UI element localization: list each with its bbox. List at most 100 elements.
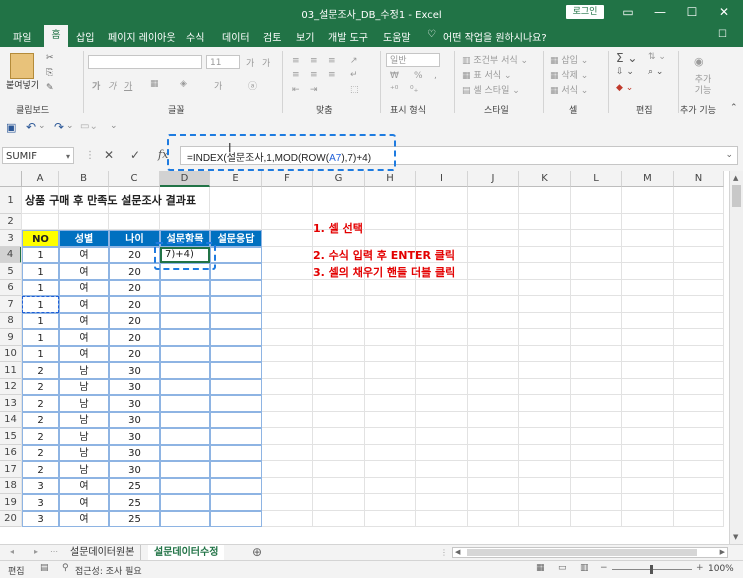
cut-icon[interactable]: ✂ (46, 53, 54, 63)
insert-cells-button[interactable]: ▦ 삽입 ⌄ (550, 53, 588, 66)
bold-icon[interactable]: 가 (92, 79, 100, 92)
align-left-icon[interactable]: ≡ (292, 70, 300, 80)
scroll-down-icon[interactable]: ▼ (733, 533, 738, 541)
cell-survey-answer[interactable] (210, 362, 262, 379)
row-header-19[interactable]: 19 (0, 494, 22, 511)
header-no[interactable]: NO (22, 230, 59, 247)
cell-gender[interactable]: 남 (59, 379, 109, 395)
cell-survey-item[interactable] (160, 511, 210, 527)
column-header-e[interactable]: E (210, 171, 262, 187)
delete-cells-button[interactable]: ▦ 삭제 ⌄ (550, 68, 588, 81)
cell-no[interactable]: 2 (22, 395, 59, 412)
maximize-icon[interactable]: ☐ (680, 3, 704, 21)
tab-developer[interactable]: 개발 도구 (328, 29, 368, 44)
cell-no[interactable]: 3 (22, 478, 59, 494)
cell-survey-item[interactable] (160, 478, 210, 494)
cell-age[interactable]: 30 (109, 395, 160, 412)
cell-gender[interactable]: 여 (59, 247, 109, 263)
cell-gender[interactable]: 남 (59, 428, 109, 445)
worksheet-grid[interactable]: ABCDEFGHIJKLMN 1 2 3 4 5 6 7 8 9 10 11 12 13 14 15 16 17… (0, 171, 743, 544)
font-name-select[interactable] (88, 55, 202, 69)
cell-age[interactable]: 30 (109, 445, 160, 461)
number-format-select[interactable]: 일반 (386, 53, 440, 67)
column-header-b[interactable]: B (59, 171, 109, 187)
macro-record-icon[interactable]: ▤ (40, 563, 49, 573)
cell-survey-answer[interactable] (210, 346, 262, 362)
row-header-7[interactable]: 7 (0, 296, 22, 313)
accessibility-status[interactable]: 접근성: 조사 필요 (75, 564, 142, 577)
scroll-up-icon[interactable]: ▲ (733, 174, 738, 182)
row-header-4[interactable]: 4 (0, 247, 22, 263)
cell-survey-answer[interactable] (210, 296, 262, 313)
tab-help[interactable]: 도움말 (383, 29, 411, 44)
cell-gender[interactable]: 남 (59, 445, 109, 461)
cell-age[interactable]: 20 (109, 296, 160, 313)
cell-gender[interactable]: 여 (59, 478, 109, 494)
cell-gender[interactable]: 남 (59, 362, 109, 379)
column-header-i[interactable]: I (416, 171, 468, 187)
cell-gender[interactable]: 여 (59, 511, 109, 527)
tab-home[interactable]: 홈 (44, 25, 68, 47)
sort-filter-icon[interactable]: ⇅ ⌄ (648, 52, 666, 62)
cell-no[interactable]: 1 (22, 346, 59, 362)
row-header-3[interactable]: 3 (0, 230, 22, 247)
cell-a7-reference-highlight[interactable] (22, 296, 59, 313)
cell-age[interactable]: 20 (109, 313, 160, 329)
cell-survey-item[interactable] (160, 412, 210, 428)
column-header-a[interactable]: A (22, 171, 59, 187)
expand-formula-icon[interactable]: ⌄ (725, 150, 733, 160)
cell-survey-item[interactable] (160, 362, 210, 379)
page-layout-view-icon[interactable]: ▭ (558, 563, 567, 573)
comments-icon[interactable]: ☐ (718, 29, 727, 40)
italic-icon[interactable]: 가 (108, 79, 116, 92)
page-break-view-icon[interactable]: ▥ (580, 563, 589, 573)
merge-center-icon[interactable]: ⬚ (350, 85, 359, 95)
addin-button[interactable]: 추가 기능 (690, 75, 716, 97)
tab-view[interactable]: 보기 (296, 29, 314, 44)
find-select-icon[interactable]: ⌕ ⌄ (648, 67, 663, 77)
increase-decimal-icon[interactable]: ⁺⁰ (390, 85, 398, 95)
border-icon[interactable]: ▦ (150, 79, 159, 89)
increase-indent-icon[interactable]: ⇥ (310, 85, 318, 95)
align-top-icon[interactable]: ≡ (292, 56, 300, 66)
increase-font-icon[interactable]: 가 (246, 56, 254, 69)
row-header-15[interactable]: 15 (0, 428, 22, 445)
cell-survey-item[interactable] (160, 346, 210, 362)
cell-survey-answer[interactable] (210, 395, 262, 412)
cell-survey-answer[interactable] (210, 247, 262, 263)
cell-gender[interactable]: 남 (59, 412, 109, 428)
zoom-out-icon[interactable]: − (600, 563, 608, 573)
align-right-icon[interactable]: ≡ (328, 70, 336, 80)
column-header-k[interactable]: K (519, 171, 571, 187)
tell-me-search[interactable]: 어떤 작업을 원하시나요? (443, 29, 547, 44)
row-header-6[interactable]: 6 (0, 280, 22, 296)
h-scroll-thumb[interactable] (467, 549, 697, 556)
login-button[interactable]: 로그인 (566, 5, 604, 19)
row-header-13[interactable]: 13 (0, 395, 22, 412)
cell-no[interactable]: 2 (22, 379, 59, 395)
addin-icon[interactable]: ◉ (694, 55, 704, 68)
cell-age[interactable]: 20 (109, 247, 160, 263)
cell-survey-item[interactable] (160, 296, 210, 313)
cell-survey-item[interactable] (160, 445, 210, 461)
row-header-8[interactable]: 8 (0, 313, 22, 329)
collapse-ribbon-icon[interactable]: ⌃ (730, 103, 738, 113)
cell-gender[interactable]: 여 (59, 329, 109, 346)
cell-survey-answer[interactable] (210, 428, 262, 445)
normal-view-icon[interactable]: ▦ (536, 563, 545, 573)
cell-age[interactable]: 25 (109, 478, 160, 494)
cell-survey-item[interactable] (160, 379, 210, 395)
percent-icon[interactable]: % (414, 71, 423, 81)
cell-age[interactable]: 30 (109, 461, 160, 478)
row-header-10[interactable]: 10 (0, 346, 22, 362)
scroll-thumb[interactable] (732, 185, 741, 207)
row-header-17[interactable]: 17 (0, 461, 22, 478)
save-icon[interactable]: ▣ (6, 121, 16, 134)
cell-age[interactable]: 25 (109, 511, 160, 527)
header-survey-answer[interactable]: 설문응답 (210, 230, 262, 247)
font-size-select[interactable]: 11 (206, 55, 240, 69)
phonetic-icon[interactable]: ⓐ (248, 79, 257, 92)
column-header-l[interactable]: L (571, 171, 622, 187)
cell-age[interactable]: 20 (109, 329, 160, 346)
cell-no[interactable]: 2 (22, 428, 59, 445)
